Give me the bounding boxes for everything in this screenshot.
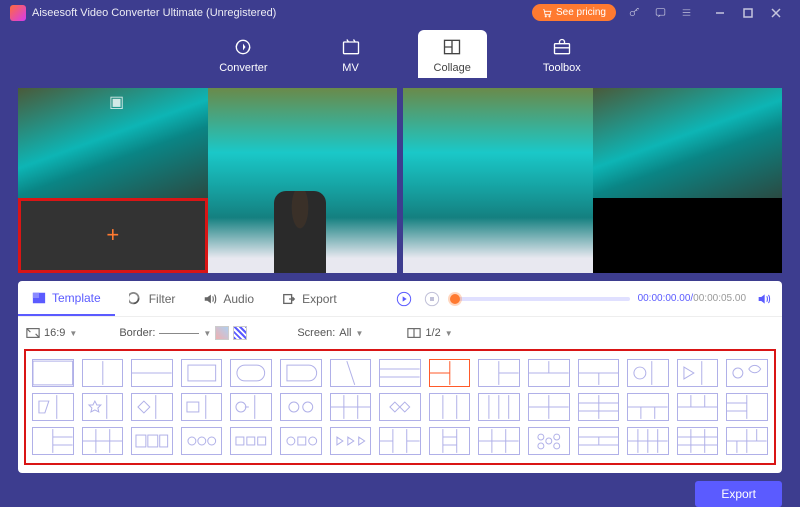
template-item[interactable] xyxy=(677,427,719,455)
tab-toolbox[interactable]: Toolbox xyxy=(527,30,597,78)
aspect-icon xyxy=(26,326,40,340)
template-item-selected[interactable] xyxy=(429,359,471,387)
screen-label: Screen: xyxy=(297,327,335,339)
collage-slot-2[interactable] xyxy=(208,88,398,273)
template-item[interactable] xyxy=(429,427,471,455)
window-title: Aiseesoft Video Converter Ultimate (Unre… xyxy=(32,7,276,19)
collage-editor[interactable]: ▣ + xyxy=(18,88,397,273)
see-pricing-button[interactable]: See pricing xyxy=(532,4,616,21)
timecode-display: 00:00:00.00/00:00:05.00 xyxy=(638,293,746,304)
main-tabs: Converter MV Collage Toolbox xyxy=(0,26,800,88)
template-item[interactable] xyxy=(32,393,74,421)
template-item[interactable] xyxy=(32,359,74,387)
stop-button[interactable] xyxy=(422,289,442,309)
template-item[interactable] xyxy=(181,427,223,455)
slot-marker-icon: ▣ xyxy=(109,92,124,112)
template-item[interactable] xyxy=(578,359,620,387)
template-item[interactable] xyxy=(230,393,272,421)
template-item[interactable] xyxy=(528,359,570,387)
preview-slot-1 xyxy=(593,88,783,198)
border-pattern-swatch[interactable] xyxy=(233,326,247,340)
audio-icon xyxy=(203,292,217,306)
template-item[interactable] xyxy=(280,359,322,387)
template-item[interactable] xyxy=(181,359,223,387)
template-item[interactable] xyxy=(280,427,322,455)
template-item[interactable] xyxy=(230,359,272,387)
template-item[interactable] xyxy=(379,427,421,455)
template-item[interactable] xyxy=(82,393,124,421)
template-item[interactable] xyxy=(82,427,124,455)
collage-icon xyxy=(441,36,463,58)
template-item[interactable] xyxy=(627,427,669,455)
collage-slot-add[interactable]: + xyxy=(18,198,208,273)
close-button[interactable] xyxy=(762,3,790,23)
collage-preview xyxy=(403,88,782,273)
template-item[interactable] xyxy=(677,359,719,387)
template-item[interactable] xyxy=(330,427,372,455)
add-media-icon: + xyxy=(106,222,119,248)
template-icon xyxy=(32,291,46,305)
template-item[interactable] xyxy=(578,393,620,421)
subtab-filter[interactable]: Filter xyxy=(115,281,190,316)
export-icon xyxy=(282,292,296,306)
preview-slot-3 xyxy=(593,198,783,273)
volume-button[interactable] xyxy=(754,289,774,309)
split-screen-icon xyxy=(407,326,421,340)
app-logo-icon xyxy=(10,5,26,21)
template-item[interactable] xyxy=(478,359,520,387)
screen-dropdown[interactable]: All▼ xyxy=(339,327,363,339)
feedback-icon[interactable] xyxy=(652,5,668,21)
template-item[interactable] xyxy=(32,427,74,455)
template-item[interactable] xyxy=(726,393,768,421)
preview-slot-2 xyxy=(403,88,593,273)
timeline-playhead[interactable] xyxy=(450,294,460,304)
template-item[interactable] xyxy=(478,427,520,455)
tab-converter[interactable]: Converter xyxy=(203,30,283,78)
template-item[interactable] xyxy=(627,359,669,387)
tab-mv[interactable]: MV xyxy=(324,30,378,78)
template-item[interactable] xyxy=(528,427,570,455)
menu-icon[interactable] xyxy=(678,5,694,21)
template-item[interactable] xyxy=(230,427,272,455)
tab-collage[interactable]: Collage xyxy=(418,30,487,78)
template-item[interactable] xyxy=(131,359,173,387)
split-dropdown[interactable]: 1/2▼ xyxy=(425,327,452,339)
border-style-dropdown[interactable]: ▼ xyxy=(159,329,211,338)
filter-icon xyxy=(129,292,143,306)
border-label: Border: xyxy=(119,327,155,339)
template-item[interactable] xyxy=(726,427,768,455)
template-item[interactable] xyxy=(379,359,421,387)
template-item[interactable] xyxy=(379,393,421,421)
subtab-export[interactable]: Export xyxy=(268,281,351,316)
template-item[interactable] xyxy=(726,359,768,387)
play-button[interactable] xyxy=(394,289,414,309)
template-item[interactable] xyxy=(181,393,223,421)
register-key-icon[interactable] xyxy=(626,5,642,21)
template-item[interactable] xyxy=(280,393,322,421)
template-item[interactable] xyxy=(131,427,173,455)
collage-slot-1[interactable]: ▣ xyxy=(18,88,208,198)
template-item[interactable] xyxy=(429,393,471,421)
template-item[interactable] xyxy=(677,393,719,421)
template-item[interactable] xyxy=(82,359,124,387)
template-item[interactable] xyxy=(330,393,372,421)
template-item[interactable] xyxy=(528,393,570,421)
border-color-swatch[interactable] xyxy=(215,326,229,340)
subtab-template[interactable]: Template xyxy=(18,281,115,316)
export-button[interactable]: Export xyxy=(695,481,782,507)
template-item[interactable] xyxy=(131,393,173,421)
template-item[interactable] xyxy=(330,359,372,387)
minimize-button[interactable] xyxy=(706,3,734,23)
mv-icon xyxy=(340,36,362,58)
converter-icon xyxy=(232,36,254,58)
aspect-ratio-dropdown[interactable]: 16:9▼ xyxy=(44,327,77,339)
subtab-audio[interactable]: Audio xyxy=(189,281,268,316)
toolbox-icon xyxy=(551,36,573,58)
maximize-button[interactable] xyxy=(734,3,762,23)
template-item[interactable] xyxy=(478,393,520,421)
template-item[interactable] xyxy=(627,393,669,421)
playback-timeline[interactable] xyxy=(450,297,630,301)
template-grid xyxy=(24,349,776,465)
template-item[interactable] xyxy=(578,427,620,455)
